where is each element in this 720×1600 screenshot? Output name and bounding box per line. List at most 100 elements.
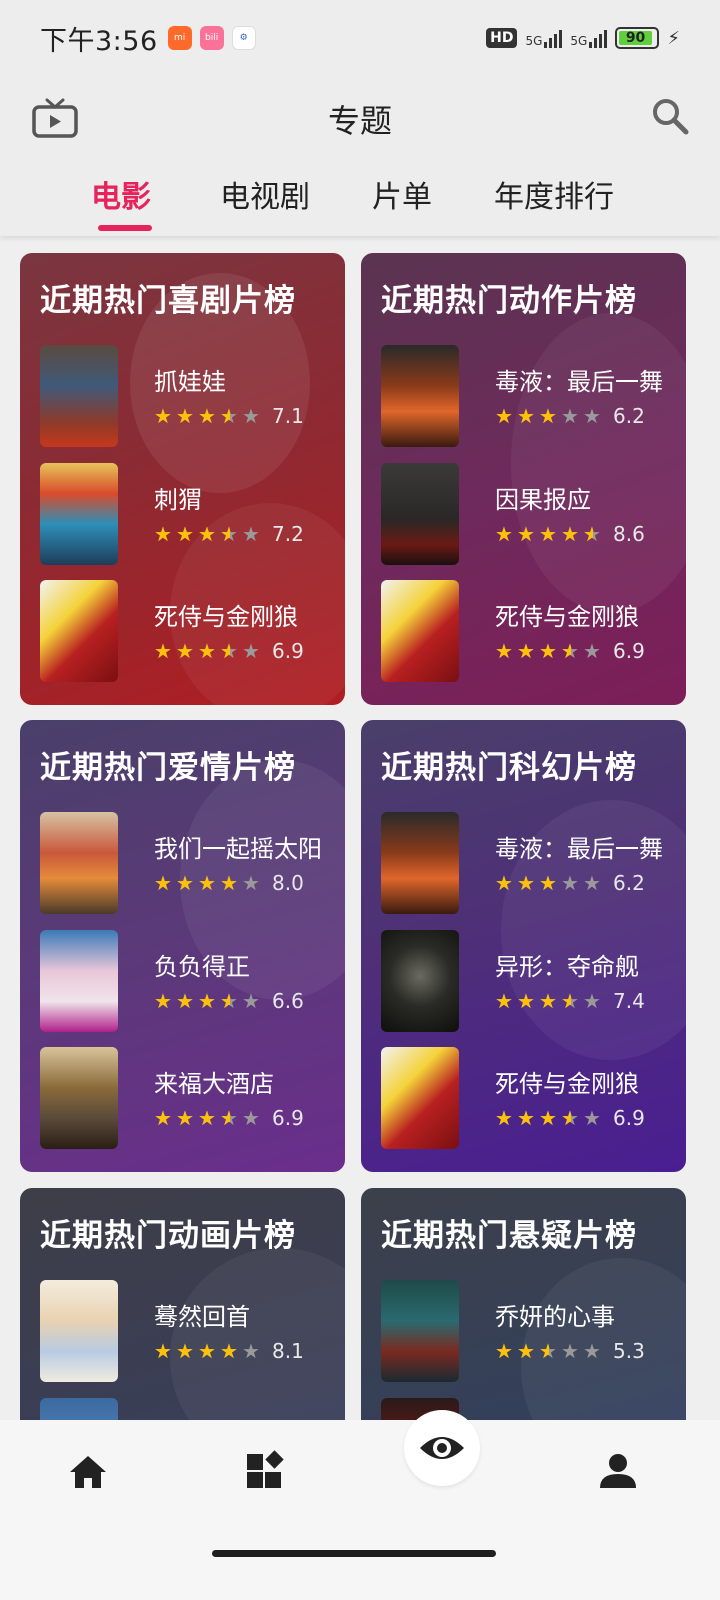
star-icon: ★★ (176, 1106, 194, 1130)
movie-name: 毒液：最后一舞 (495, 368, 663, 396)
movie-rating: ★★★★★★★★★★ 6.2 (495, 871, 645, 895)
movie-score: 6.6 (272, 989, 304, 1013)
star-icon: ★★ (154, 639, 172, 663)
movie-name: 负负得正 (154, 953, 250, 981)
star-icon: ★★ (220, 639, 238, 663)
movie-score: 6.2 (613, 871, 645, 895)
movie-poster (40, 812, 118, 914)
status-time: 下午3:56 (40, 25, 158, 57)
profile-icon[interactable] (596, 1450, 640, 1494)
movie-item[interactable]: 毒液：最后一舞 ★★★★★★★★★★ 6.2 (381, 812, 671, 914)
movie-name: 死侍与金刚狼 (154, 603, 298, 631)
movie-item[interactable]: 死侍与金刚狼 ★★★★★★★★★★ 6.9 (381, 1047, 671, 1149)
movie-item[interactable]: 乔妍的心事 ★★★★★★★★★★ 5.3 (381, 1280, 671, 1382)
movie-item[interactable]: 抓娃娃 ★★★★★★★★★★ 7.1 (40, 345, 330, 447)
app-header: 专题 (0, 76, 720, 158)
star-icon: ★★ (220, 1339, 238, 1363)
star-icon: ★★ (198, 639, 216, 663)
movie-rating: ★★★★★★★★★★ 5.3 (495, 1339, 645, 1363)
movie-name: 乔妍的心事 (495, 1303, 615, 1331)
star-icon: ★★ (583, 1339, 601, 1363)
bilibili-icon: bili (199, 26, 224, 50)
movie-poster (381, 580, 459, 682)
star-icon: ★★ (517, 522, 535, 546)
ranking-card-romance[interactable]: 近期热门爱情片榜 我们一起摇太阳 ★★★★★★★★★★ 8.0 负负得正 ★★★… (20, 720, 345, 1172)
tab-movies[interactable]: 电影 (91, 172, 151, 216)
network-label: 5G (570, 34, 588, 48)
mi-store-icon: mi (167, 26, 192, 50)
movie-item[interactable]: 刺猬 ★★★★★★★★★★ 7.2 (40, 463, 330, 565)
movie-item[interactable]: 负负得正 ★★★★★★★★★★ 6.6 (40, 930, 330, 1032)
categories-icon[interactable] (243, 1450, 287, 1494)
star-icon: ★★ (583, 989, 601, 1013)
star-icon: ★★ (539, 1106, 557, 1130)
card-title: 近期热门科幻片榜 (381, 750, 637, 786)
charging-bolt-icon: ⚡ (667, 27, 680, 49)
movie-rating: ★ ★ ★ ★ ★ ★ ★ ★ ★ ★ 8.6 (495, 522, 645, 546)
star-icon: ★★ (517, 639, 535, 663)
movie-poster (381, 463, 459, 565)
star-icon: ★★ (176, 989, 194, 1013)
watch-button[interactable] (404, 1410, 480, 1486)
gesture-area (0, 1540, 720, 1600)
home-indicator[interactable] (212, 1550, 496, 1557)
star-icon: ★★ (583, 404, 601, 428)
movie-rating: ★★★★★★★★★★ 6.9 (495, 639, 645, 663)
signal-bars-icon (589, 28, 608, 48)
movie-score: 6.9 (272, 639, 304, 663)
movie-rating: ★★★★★★★★★★ 8.1 (154, 1339, 304, 1363)
movie-poster (40, 930, 118, 1032)
movie-rating: ★★★★★★★★★★ 6.9 (154, 639, 304, 663)
movie-item[interactable]: 毒液：最后一舞 ★★★★★★★★★★ 6.2 (381, 345, 671, 447)
ranking-card-comedy[interactable]: 近期热门喜剧片榜 抓娃娃 ★★★★★★★★★★ 7.1 刺猬 ★★★★★★★★★… (20, 253, 345, 705)
movie-name: 来福大酒店 (154, 1070, 274, 1098)
movie-poster (40, 345, 118, 447)
movie-name: 异形：夺命舰 (495, 953, 639, 981)
tab-tv-series[interactable]: 电视剧 (220, 172, 310, 216)
tab-annual-ranking[interactable]: 年度排行 (494, 172, 614, 216)
star-icon: ★★ (539, 989, 557, 1013)
movie-item[interactable]: 因果报应 ★ ★ ★ ★ ★ ★ ★ ★ ★ ★ 8.6 (381, 463, 671, 565)
star-icon: ★★ (561, 404, 579, 428)
star-icon: ★★ (220, 989, 238, 1013)
home-icon[interactable] (66, 1450, 110, 1494)
movie-score: 8.6 (613, 522, 645, 546)
star-icon: ★★ (539, 871, 557, 895)
signal-bars-icon (544, 28, 563, 48)
card-title: 近期热门悬疑片榜 (381, 1218, 637, 1254)
movie-rating: ★★★★★★★★★★ 7.4 (495, 989, 645, 1013)
movie-item[interactable]: 我们一起摇太阳 ★★★★★★★★★★ 8.0 (40, 812, 330, 914)
star-icon: ★★ (495, 989, 513, 1013)
star-rating: ★★★★★★★★★★ (154, 1341, 262, 1361)
movie-poster (381, 930, 459, 1032)
movie-score: 8.1 (272, 1339, 304, 1363)
ranking-card-scifi[interactable]: 近期热门科幻片榜 毒液：最后一舞 ★★★★★★★★★★ 6.2 异形：夺命舰 ★… (361, 720, 686, 1172)
card-title: 近期热门爱情片榜 (40, 750, 296, 786)
movie-item[interactable]: 来福大酒店 ★★★★★★★★★★ 6.9 (40, 1047, 330, 1149)
battery-icon: 90 (615, 27, 660, 49)
star-icon: ★★ (220, 1106, 238, 1130)
movie-item[interactable]: 异形：夺命舰 ★★★★★★★★★★ 7.4 (381, 930, 671, 1032)
movie-name: 抓娃娃 (154, 368, 226, 396)
movie-poster (40, 1280, 118, 1382)
star-icon: ★★ (539, 639, 557, 663)
movie-name: 我们一起摇太阳 (154, 835, 322, 863)
movie-poster (40, 580, 118, 682)
star-icon: ★★ (242, 1339, 260, 1363)
star-icon: ★★ (561, 1106, 579, 1130)
star-icon: ★★ (583, 522, 601, 546)
ranking-card-action[interactable]: 近期热门动作片榜 毒液：最后一舞 ★★★★★★★★★★ 6.2 因果报应 ★★★… (361, 253, 686, 705)
star-icon: ★★ (198, 1106, 216, 1130)
category-tabs: 电影 电视剧 片单 年度排行 (0, 158, 720, 236)
tab-playlists[interactable]: 片单 (372, 172, 432, 216)
signal-5g-1: 5G (525, 28, 563, 48)
star-icon: ★★ (198, 404, 216, 428)
movie-item[interactable]: 死侍与金刚狼 ★★★★★★★★★★ 6.9 (381, 580, 671, 682)
star-icon: ★★ (242, 639, 260, 663)
movie-poster (381, 1280, 459, 1382)
movie-item[interactable]: 死侍与金刚狼 ★★★★★★★★★★ 6.9 (40, 580, 330, 682)
star-rating: ★★★★★★★★★★ (495, 991, 603, 1011)
star-icon: ★★ (154, 522, 172, 546)
search-icon[interactable] (650, 96, 690, 136)
movie-item[interactable]: 蓦然回首 ★★★★★★★★★★ 8.1 (40, 1280, 330, 1382)
